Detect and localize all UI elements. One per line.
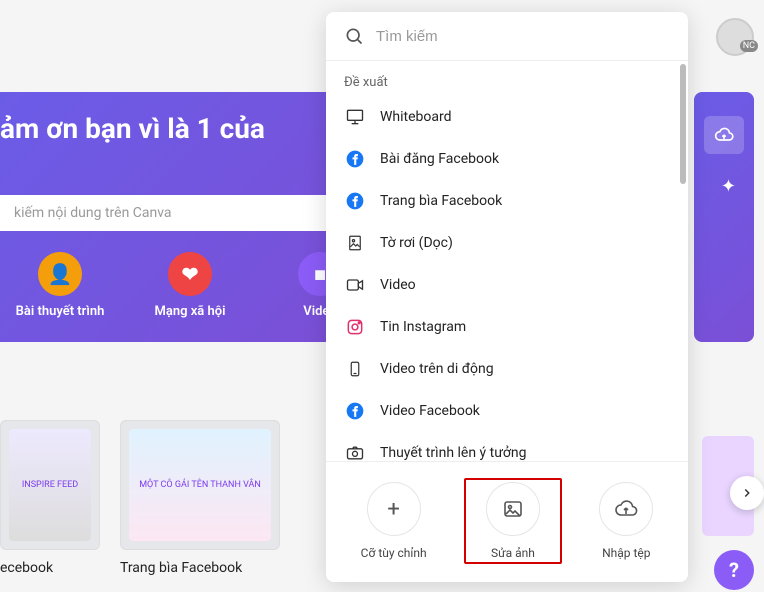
- template-thumbnail: MỘT CÔ GÁI TÊN THANH VÂN: [120, 420, 280, 550]
- sparkle-icon: ✦: [721, 176, 736, 197]
- search-icon: [344, 26, 364, 46]
- suggestion-facebook-video[interactable]: Video Facebook: [326, 390, 688, 432]
- suggestion-facebook-post[interactable]: Bài đăng Facebook: [326, 138, 688, 180]
- template-row: INSPIRE FEED ecebook MỘT CÔ GÁI TÊN THAN…: [0, 420, 280, 576]
- custom-size-button[interactable]: + Cỡ tùy chỉnh: [349, 478, 439, 564]
- cloud-upload-icon: [714, 125, 734, 145]
- suggested-header: Đề xuất: [326, 61, 688, 96]
- template-label: ecebook: [0, 560, 100, 576]
- facebook-icon: [344, 400, 366, 422]
- category-label: Mạng xã hội: [154, 304, 225, 319]
- mobile-icon: [344, 358, 366, 380]
- presentation-icon: 👤: [38, 252, 82, 296]
- panel-scrollbar[interactable]: [680, 56, 686, 456]
- suggestion-label: Thuyết trình lên ý tưởng: [380, 445, 526, 461]
- thumbnail-text: INSPIRE FEED: [9, 429, 91, 541]
- facebook-icon: [344, 190, 366, 212]
- instagram-icon: [344, 316, 366, 338]
- template-card[interactable]: MỘT CÔ GÁI TÊN THANH VÂN Trang bìa Faceb…: [120, 420, 280, 576]
- category-row: 👤 Bài thuyết trình ❤ Mạng xã hội ■ Video: [0, 252, 370, 319]
- footer-label: Cỡ tùy chỉnh: [361, 546, 427, 560]
- suggestion-whiteboard[interactable]: Whiteboard: [326, 96, 688, 138]
- suggestion-flyer[interactable]: Tờ rơi (Dọc): [326, 222, 688, 264]
- scrollbar-thumb[interactable]: [680, 64, 686, 184]
- suggestion-label: Tờ rơi (Dọc): [380, 235, 453, 251]
- template-thumbnail: INSPIRE FEED: [0, 420, 100, 550]
- whiteboard-icon: [344, 106, 366, 128]
- suggestion-label: Video trên di động: [380, 361, 494, 377]
- suggestion-video[interactable]: Video: [326, 264, 688, 306]
- category-label: Bài thuyết trình: [16, 304, 105, 319]
- import-file-button[interactable]: Nhập tệp: [587, 478, 665, 564]
- footer-label: Nhập tệp: [602, 546, 650, 560]
- suggestion-label: Video Facebook: [380, 403, 480, 419]
- category-social[interactable]: ❤ Mạng xã hội: [140, 252, 240, 319]
- camera-icon: [344, 442, 366, 461]
- help-fab[interactable]: ?: [714, 550, 754, 590]
- avatar-badge: NC: [740, 40, 758, 52]
- suggestion-mobile-video[interactable]: Video trên di động: [326, 348, 688, 390]
- thumbnail-text: MỘT CÔ GÁI TÊN THANH VÂN: [129, 429, 271, 541]
- suggestion-label: Trang bìa Facebook: [380, 193, 502, 209]
- category-presentation[interactable]: 👤 Bài thuyết trình: [10, 252, 110, 319]
- suggestion-label: Bài đăng Facebook: [380, 151, 499, 167]
- suggestion-brainstorm[interactable]: Thuyết trình lên ý tưởng: [326, 432, 688, 461]
- facebook-icon: [344, 148, 366, 170]
- suggestion-list: Đề xuất Whiteboard Bài đăng Facebook Tra…: [326, 61, 688, 461]
- search-input[interactable]: [376, 28, 670, 45]
- template-label: Trang bìa Facebook: [120, 560, 280, 576]
- suggestion-label: Tin Instagram: [380, 319, 466, 335]
- social-icon: ❤: [168, 252, 212, 296]
- edit-photo-button[interactable]: Sửa ảnh: [464, 478, 562, 564]
- plus-icon: +: [367, 482, 421, 536]
- hero-title: ảm ơn bạn vì là 1 của: [0, 112, 350, 145]
- template-card[interactable]: INSPIRE FEED ecebook: [0, 420, 100, 576]
- flyer-icon: [344, 232, 366, 254]
- suggestion-instagram-story[interactable]: Tin Instagram: [326, 306, 688, 348]
- cloud-upload-icon: [599, 482, 653, 536]
- image-icon: [486, 482, 540, 536]
- suggestion-label: Video: [380, 277, 416, 293]
- panel-footer: + Cỡ tùy chỉnh Sửa ảnh Nhập tệp: [326, 461, 688, 582]
- scroll-next-button[interactable]: [730, 476, 764, 510]
- footer-label: Sửa ảnh: [491, 546, 535, 560]
- suggestion-facebook-cover[interactable]: Trang bìa Facebook: [326, 180, 688, 222]
- hero-search-field[interactable]: kiếm nội dung trên Canva: [0, 195, 340, 231]
- search-bar[interactable]: [326, 12, 688, 61]
- chevron-right-icon: [740, 486, 754, 500]
- search-panel: Đề xuất Whiteboard Bài đăng Facebook Tra…: [326, 12, 688, 582]
- suggestion-label: Whiteboard: [380, 109, 452, 125]
- video-icon: [344, 274, 366, 296]
- upload-button[interactable]: [704, 116, 744, 154]
